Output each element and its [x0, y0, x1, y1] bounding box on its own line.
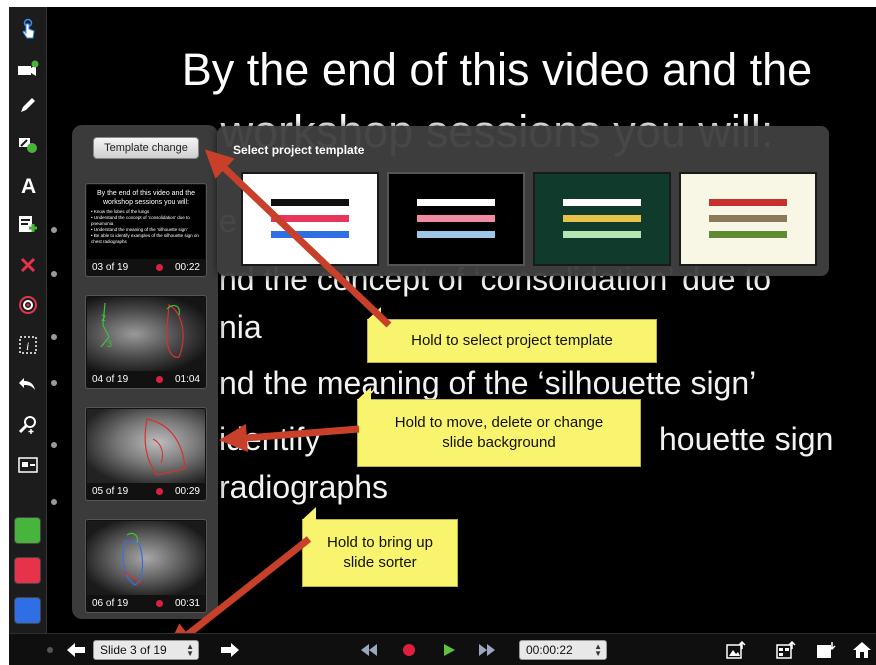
- callout-text: Hold to move, delete or change: [394, 414, 604, 431]
- thumbnail-title: By the end of this video and the worksho…: [96, 190, 196, 206]
- touch-pointer-icon[interactable]: [12, 15, 43, 43]
- slide-selector-label: Slide 3 of 19: [100, 643, 167, 657]
- bottom-control-bar: Slide 3 of 19 ▲ ▼ 00:00:22 ▲ ▼: [9, 633, 876, 665]
- timer-field[interactable]: 00:00:22 ▲ ▼: [519, 640, 607, 660]
- left-toolbar: A i: [9, 7, 47, 633]
- slide-bullet-line: radiographs: [219, 469, 388, 505]
- slide-number: 05 of 19: [92, 486, 129, 497]
- slide-background-icon[interactable]: [12, 451, 43, 479]
- callout-move-delete: Hold to move, delete or change slide bac…: [357, 387, 641, 467]
- callout-select-template: Hold to select project template: [367, 307, 657, 363]
- xray-image: 2 3: [87, 297, 205, 371]
- export-slides-icon[interactable]: [773, 634, 799, 665]
- app-window: By the end of this video and the worksho…: [9, 7, 876, 665]
- sorter-handle-dot: [51, 334, 57, 340]
- slide-duration: 01:04: [174, 374, 200, 385]
- export-image-icon[interactable]: [723, 634, 749, 665]
- svg-text:i: i: [26, 339, 29, 353]
- template-picker-title: Select project template: [233, 143, 365, 157]
- svg-text:3: 3: [107, 339, 112, 349]
- template-option[interactable]: [533, 172, 671, 266]
- pen-icon[interactable]: [12, 91, 43, 119]
- sorter-handle-dot: [51, 271, 57, 277]
- play-button[interactable]: [437, 634, 461, 665]
- slide-number: 04 of 19: [92, 374, 129, 385]
- slide-selector[interactable]: Slide 3 of 19 ▲ ▼: [93, 640, 199, 660]
- thumbnail-bullet: • Understand the concept of ‘consolidati…: [91, 215, 190, 226]
- record-dot-icon: [156, 264, 163, 271]
- color-swatch-blue[interactable]: [14, 597, 41, 624]
- slide-thumbnail[interactable]: 05 of 19 00:29: [85, 407, 207, 501]
- record-button[interactable]: [397, 634, 421, 665]
- color-swatch-red[interactable]: [14, 557, 41, 584]
- template-option[interactable]: [387, 172, 525, 266]
- slide-duration: 00:22: [174, 262, 200, 273]
- slide-bullet-line: identify: [219, 421, 321, 457]
- add-video-icon[interactable]: [12, 55, 43, 83]
- stepper-icon: ▲ ▼: [186, 642, 194, 658]
- info-box-icon[interactable]: i: [12, 331, 43, 359]
- target-icon[interactable]: [12, 291, 43, 319]
- callout-text: slide background: [442, 434, 556, 451]
- slide-thumbnail[interactable]: 06 of 19 00:31: [85, 519, 207, 613]
- callout-text: slide sorter: [343, 554, 417, 571]
- xray-image: [87, 521, 205, 595]
- shapes-icon[interactable]: [12, 131, 43, 159]
- slide-sorter-panel: By the end of this video and the worksho…: [72, 125, 218, 619]
- add-slide-icon[interactable]: [12, 210, 43, 238]
- status-dot: [47, 647, 53, 653]
- next-slide-arrow-icon[interactable]: [217, 634, 243, 665]
- thumbnail-bullet: • Be able to identify examples of the si…: [91, 233, 199, 244]
- home-icon[interactable]: [849, 634, 875, 665]
- slide-thumbnail[interactable]: 2 3 04 of 19 01:04: [85, 295, 207, 389]
- sorter-handle-dot: [51, 380, 57, 386]
- slide-thumbnail[interactable]: By the end of this video and the worksho…: [85, 183, 207, 277]
- slide-number: 03 of 19: [92, 262, 129, 273]
- slide-bullet-line: nia: [219, 309, 262, 345]
- template-picker-popup: Select project template: [217, 126, 829, 276]
- slide-number: 06 of 19: [92, 598, 129, 609]
- slide-bullet-line: nd the meaning of the ‘silhouette sign’: [219, 365, 757, 401]
- template-change-button[interactable]: Template change: [93, 137, 199, 159]
- record-dot-icon: [156, 600, 163, 607]
- slide-bullet-line: houette sign: [659, 421, 834, 457]
- record-dot-icon: [156, 376, 163, 383]
- prev-slide-arrow-icon[interactable]: [63, 634, 89, 665]
- stepper-icon: ▲ ▼: [594, 642, 602, 658]
- template-option[interactable]: [679, 172, 817, 266]
- sorter-handle-dot: [51, 227, 57, 233]
- zoom-tool-icon[interactable]: [12, 411, 43, 439]
- template-option[interactable]: [241, 172, 379, 266]
- sorter-handle-dot: [51, 499, 57, 505]
- undo-icon[interactable]: [12, 369, 43, 397]
- text-tool-icon[interactable]: A: [12, 171, 43, 199]
- svg-text:A: A: [21, 175, 36, 196]
- import-icon[interactable]: [813, 634, 839, 665]
- callout-slide-sorter: Hold to bring up slide sorter: [302, 507, 458, 587]
- record-dot-icon: [156, 488, 163, 495]
- rewind-icon[interactable]: [357, 634, 381, 665]
- xray-image: [87, 409, 205, 483]
- svg-text:2: 2: [101, 313, 106, 323]
- delete-icon[interactable]: [12, 251, 43, 279]
- callout-text: Hold to select project template: [411, 332, 613, 349]
- color-swatch-green[interactable]: [14, 517, 41, 544]
- timer-value: 00:00:22: [526, 643, 573, 657]
- slide-duration: 00:29: [174, 486, 200, 497]
- slide-title-line-1: By the end of this video and the: [181, 44, 813, 95]
- slide-duration: 00:31: [174, 598, 200, 609]
- callout-text: Hold to bring up: [327, 534, 433, 551]
- fast-forward-icon[interactable]: [475, 634, 499, 665]
- sorter-handle-dot: [51, 442, 57, 448]
